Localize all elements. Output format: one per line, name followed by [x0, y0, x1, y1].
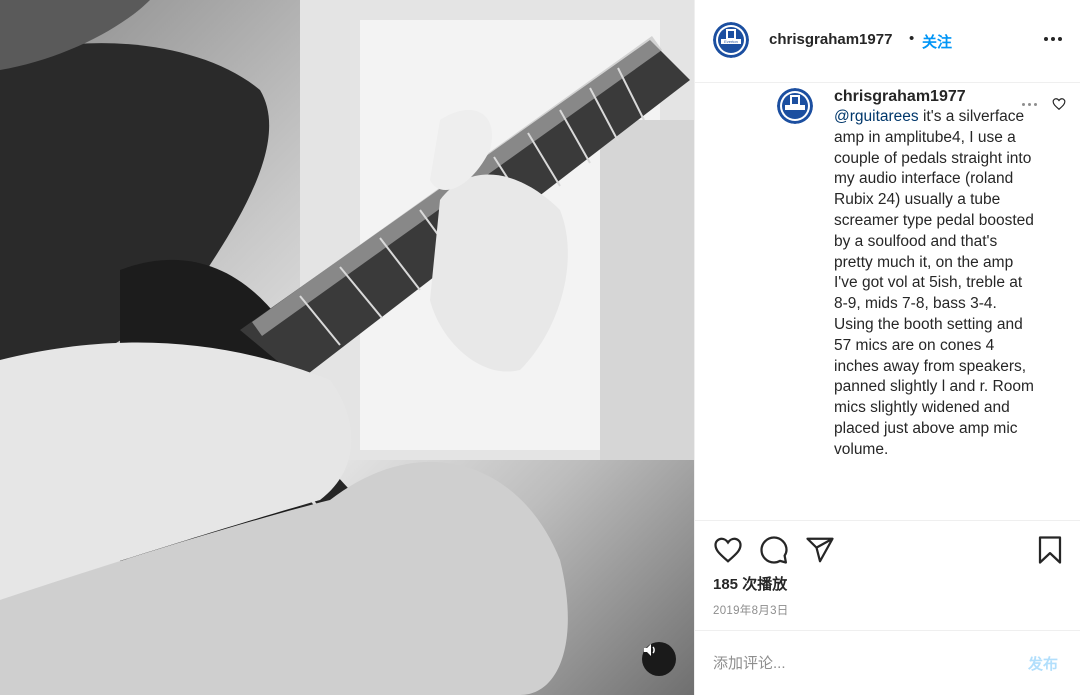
- caption-comment: chrisgraham1977 @rguitarees it's a silve…: [695, 84, 1080, 520]
- share-icon[interactable]: [805, 535, 835, 565]
- video-frame: [0, 0, 694, 695]
- separator-dot: •: [909, 30, 915, 47]
- post-header: Everton chrisgraham1977 • 关注: [695, 0, 1080, 83]
- comment-body: it's a silverface amp in amplitube4, I u…: [834, 108, 1034, 458]
- more-options-icon[interactable]: [1044, 36, 1062, 42]
- mute-toggle-button[interactable]: [642, 642, 676, 676]
- comment-icon[interactable]: [759, 535, 789, 565]
- username[interactable]: chrisgraham1977: [769, 31, 892, 48]
- add-comment-bar: 发布: [695, 630, 1080, 695]
- avatar[interactable]: Everton: [713, 22, 749, 58]
- post-date: 2019年8月3日: [713, 605, 789, 617]
- bookmark-icon[interactable]: [1035, 535, 1065, 565]
- comment-like-heart-icon[interactable]: [1052, 97, 1066, 111]
- post-comment-button[interactable]: 发布: [1028, 653, 1058, 674]
- comment-avatar[interactable]: [777, 88, 813, 124]
- comment-text: @rguitarees it's a silverface amp in amp…: [834, 107, 1039, 461]
- comment-input[interactable]: [713, 652, 1013, 674]
- mention-link[interactable]: @rguitarees: [834, 108, 919, 125]
- svg-text:Everton: Everton: [724, 39, 738, 44]
- post-actions: 185 次播放 2019年8月3日: [695, 520, 1080, 630]
- view-count[interactable]: 185 次播放: [713, 573, 787, 594]
- everton-crest-icon: Everton: [713, 22, 749, 58]
- heart-icon[interactable]: [713, 535, 743, 565]
- speaker-icon: [644, 644, 655, 656]
- everton-crest-icon: [777, 88, 813, 124]
- comment-username[interactable]: chrisgraham1977: [834, 88, 966, 106]
- post-video[interactable]: [0, 0, 694, 695]
- follow-button[interactable]: 关注: [922, 31, 952, 52]
- post-sidebar: Everton chrisgraham1977 • 关注 chrisgraham…: [694, 0, 1080, 695]
